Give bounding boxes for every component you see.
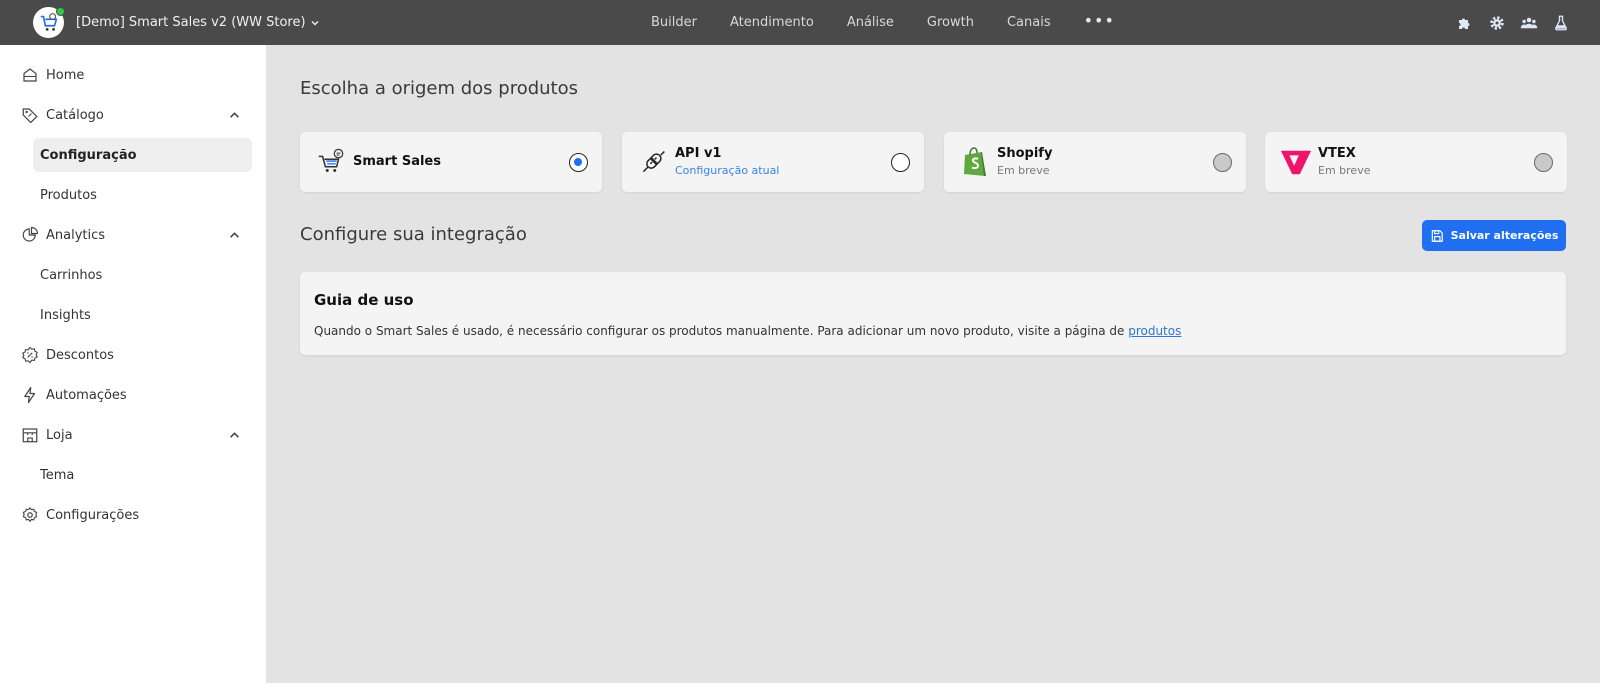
flask-icon[interactable] xyxy=(1552,14,1570,32)
source-card-api-v1[interactable]: API v1 Configuração atual xyxy=(622,132,924,192)
workspace-selector[interactable]: [Demo] Smart Sales v2 (WW Store) xyxy=(76,0,320,45)
plug-icon xyxy=(637,146,669,178)
tag-icon xyxy=(20,106,39,125)
sidebar-item-home[interactable]: Home xyxy=(0,58,266,92)
produtos-link[interactable]: produtos xyxy=(1128,324,1181,338)
vtex-logo-icon xyxy=(1280,146,1312,178)
sidebar-subitem-tema[interactable]: Tema xyxy=(33,458,252,492)
source-subtitle: Configuração atual xyxy=(675,164,780,177)
source-subtitle: Em breve xyxy=(1318,164,1371,177)
sidebar-item-loja[interactable]: Loja xyxy=(0,418,266,452)
chevron-up-icon[interactable] xyxy=(228,429,240,441)
sidebar-item-label: Configurações xyxy=(46,507,140,523)
nav-canais[interactable]: Canais xyxy=(1007,15,1051,30)
nav-analise[interactable]: Análise xyxy=(847,15,894,30)
top-navigation: Builder Atendimento Análise Growth Canai… xyxy=(651,0,1115,45)
pie-chart-icon xyxy=(20,226,39,245)
source-subtitle: Em breve xyxy=(997,164,1050,177)
integration-section-title: Configure sua integração xyxy=(300,224,527,245)
guide-title: Guia de uso xyxy=(314,291,414,309)
chevron-up-icon[interactable] xyxy=(228,229,240,241)
save-changes-button[interactable]: Salvar alterações xyxy=(1422,220,1566,251)
chevron-down-icon xyxy=(311,20,319,25)
source-card-shopify: Shopify Em breve xyxy=(944,132,1246,192)
nav-atendimento[interactable]: Atendimento xyxy=(730,15,814,30)
top-icon-group xyxy=(1456,0,1570,45)
sidebar-item-descontos[interactable]: Descontos xyxy=(0,338,266,372)
origin-section-title: Escolha a origem dos produtos xyxy=(300,78,579,99)
home-icon xyxy=(20,66,39,85)
chevron-up-icon[interactable] xyxy=(228,109,240,121)
nav-builder[interactable]: Builder xyxy=(651,15,697,30)
cart-logo-icon xyxy=(40,12,57,31)
team-icon[interactable] xyxy=(1520,14,1538,32)
sidebar-item-label: Home xyxy=(46,67,85,83)
gear-icon[interactable] xyxy=(1488,14,1506,32)
source-title: Shopify xyxy=(997,146,1053,161)
usage-guide-card: Guia de uso Quando o Smart Sales é usado… xyxy=(300,272,1566,355)
source-card-vtex: VTEX Em breve xyxy=(1265,132,1567,192)
app-logo[interactable] xyxy=(33,7,65,38)
shopify-bag-icon xyxy=(959,146,991,178)
smart-sales-cart-icon xyxy=(315,146,347,178)
lightning-icon xyxy=(20,386,39,405)
gear-icon xyxy=(20,506,39,525)
source-title: VTEX xyxy=(1318,146,1356,161)
online-status-dot xyxy=(56,7,65,16)
sidebar-item-analytics[interactable]: Analytics xyxy=(0,218,266,252)
sidebar-subitem-insights[interactable]: Insights xyxy=(33,298,252,332)
source-radio-disabled xyxy=(1534,153,1553,172)
source-card-smart-sales[interactable]: Smart Sales xyxy=(300,132,602,192)
more-menu-icon[interactable]: ••• xyxy=(1084,11,1115,30)
sidebar: Home Catálogo Configuração Produtos Anal… xyxy=(0,45,266,683)
discount-badge-icon xyxy=(20,346,39,365)
source-radio-disabled xyxy=(1213,153,1232,172)
sidebar-item-label: Catálogo xyxy=(46,107,104,123)
floppy-disk-icon xyxy=(1431,229,1443,242)
sidebar-subitem-produtos[interactable]: Produtos xyxy=(33,178,252,212)
save-button-label: Salvar alterações xyxy=(1450,229,1559,242)
top-bar: [Demo] Smart Sales v2 (WW Store) Builder… xyxy=(0,0,1600,45)
workspace-name: [Demo] Smart Sales v2 (WW Store) xyxy=(76,15,306,30)
guide-text: Quando o Smart Sales é usado, é necessár… xyxy=(314,324,1181,338)
guide-body: Quando o Smart Sales é usado, é necessár… xyxy=(314,324,1129,338)
puzzle-icon[interactable] xyxy=(1456,14,1474,32)
sidebar-item-automacoes[interactable]: Automações xyxy=(0,378,266,412)
sidebar-item-label: Automações xyxy=(46,387,127,403)
store-icon xyxy=(20,426,39,445)
sidebar-item-catalogo[interactable]: Catálogo xyxy=(0,98,266,132)
sidebar-item-label: Loja xyxy=(46,427,73,443)
sidebar-item-label: Analytics xyxy=(46,227,106,243)
source-radio[interactable] xyxy=(891,153,910,172)
sidebar-subitem-carrinhos[interactable]: Carrinhos xyxy=(33,258,252,292)
sidebar-item-configuracoes[interactable]: Configurações xyxy=(0,498,266,532)
nav-growth[interactable]: Growth xyxy=(927,15,974,30)
sidebar-subitem-configuracao[interactable]: Configuração xyxy=(33,138,252,172)
source-radio-selected[interactable] xyxy=(569,153,588,172)
sidebar-item-label: Descontos xyxy=(46,347,114,363)
source-title: API v1 xyxy=(675,146,722,161)
source-title: Smart Sales xyxy=(353,154,441,169)
